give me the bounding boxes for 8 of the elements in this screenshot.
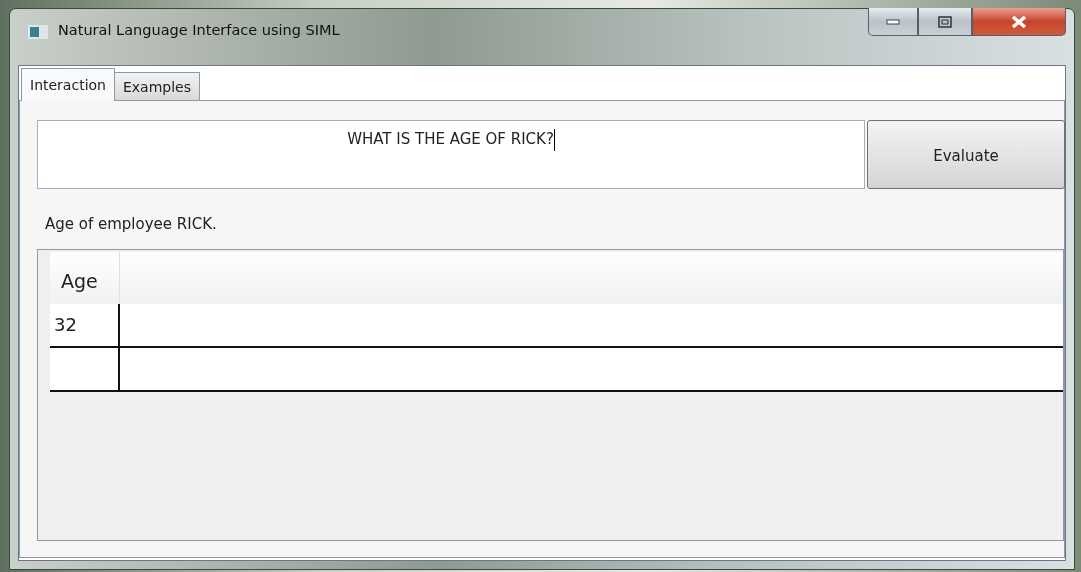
result-text: Age of employee RICK. [45,215,218,233]
table-row[interactable]: 32 [50,304,1063,348]
evaluate-button[interactable]: Evaluate [867,120,1065,189]
query-field[interactable]: WHAT IS THE AGE OF RICK? [37,120,865,189]
table-cell: 32 [50,304,120,346]
tab[interactable]: Examples [113,72,200,101]
tab[interactable]: Interaction [21,68,115,101]
window-title: Natural Language Interface using SIML [58,22,340,38]
